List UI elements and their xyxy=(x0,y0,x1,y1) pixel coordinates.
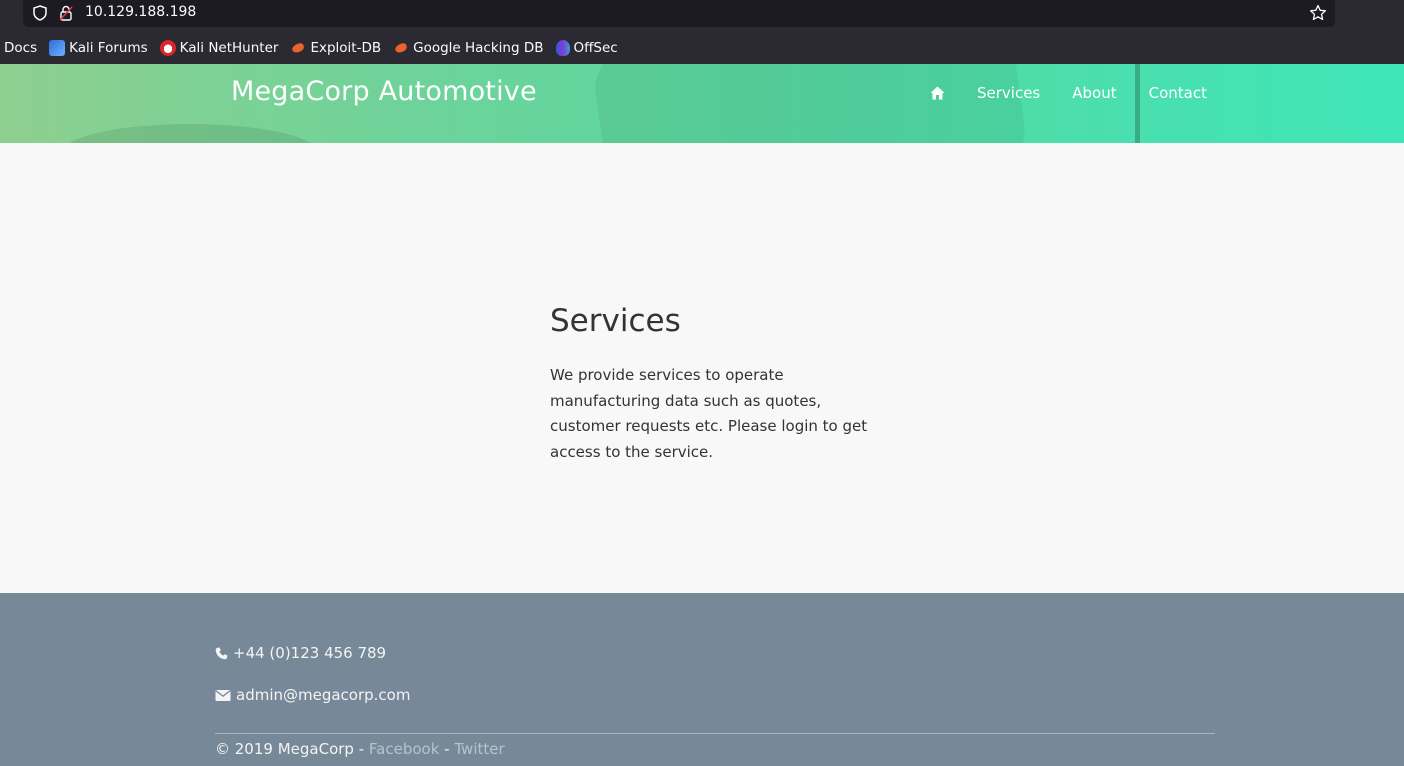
nav-link-services[interactable]: Services xyxy=(977,84,1040,102)
email-address: admin@megacorp.com xyxy=(236,686,411,704)
home-icon[interactable] xyxy=(930,86,945,100)
kali-nethunter-icon xyxy=(159,40,176,56)
shield-icon[interactable] xyxy=(33,5,47,21)
bookmark-exploit-db[interactable]: Exploit-DB xyxy=(290,40,381,56)
footer-divider xyxy=(215,733,1215,734)
header-background-decoration xyxy=(1135,64,1140,143)
phone-number: +44 (0)123 456 789 xyxy=(233,644,387,662)
header-background-decoration xyxy=(60,124,320,143)
copyright-text: © 2019 MegaCorp - xyxy=(215,740,365,758)
site-footer: +44 (0)123 456 789 admin@megacorp.com © … xyxy=(0,593,1404,766)
insecure-lock-icon[interactable] xyxy=(59,5,73,21)
header-background-decoration xyxy=(590,64,1030,143)
exploit-db-icon xyxy=(393,40,409,56)
site-header: MegaCorp Automotive Services About Conta… xyxy=(0,64,1404,143)
facebook-link[interactable]: Facebook xyxy=(369,740,439,758)
main-content: Services We provide services to operate … xyxy=(0,143,1404,593)
footer-copyright: © 2019 MegaCorp - Facebook - Twitter xyxy=(215,740,505,758)
bookmark-docs[interactable]: Docs xyxy=(4,40,37,56)
kali-forums-icon xyxy=(49,40,66,56)
link-separator: - xyxy=(444,740,450,758)
bookmark-kali-nethunter[interactable]: Kali NetHunter xyxy=(159,40,279,56)
bookmarks-bar: Docs Kali Forums Kali NetHunter Exploit-… xyxy=(0,36,630,60)
bookmark-google-hacking-db[interactable]: Google Hacking DB xyxy=(393,40,543,56)
offsec-icon xyxy=(555,40,570,56)
nav-link-about[interactable]: About xyxy=(1072,84,1116,102)
bookmark-label: Kali Forums xyxy=(69,40,148,56)
bookmark-kali-forums[interactable]: Kali Forums xyxy=(49,40,148,56)
bookmark-star-icon[interactable] xyxy=(1309,4,1327,22)
bookmark-label: Exploit-DB xyxy=(310,40,382,56)
footer-phone: +44 (0)123 456 789 xyxy=(215,644,386,662)
bookmark-label: OffSec xyxy=(573,40,618,56)
page-title: Services xyxy=(550,303,681,339)
phone-icon xyxy=(215,647,228,659)
services-description: We provide services to operate manufactu… xyxy=(550,366,868,461)
main-nav: Services About Contact xyxy=(930,84,1239,102)
twitter-link[interactable]: Twitter xyxy=(454,740,504,758)
bookmark-label: Docs xyxy=(4,40,38,56)
browser-toolbar: 10.129.188.198 Docs Kali Forums Kali Net… xyxy=(0,0,1404,64)
envelope-icon xyxy=(215,689,231,701)
exploit-db-icon xyxy=(290,40,306,56)
bookmark-label: Kali NetHunter xyxy=(179,40,279,56)
address-bar[interactable]: 10.129.188.198 xyxy=(23,0,1335,27)
footer-email: admin@megacorp.com xyxy=(215,686,410,704)
nav-link-contact[interactable]: Contact xyxy=(1149,84,1207,102)
bookmark-label: Google Hacking DB xyxy=(413,40,544,56)
url-text[interactable]: 10.129.188.198 xyxy=(85,4,196,20)
site-brand[interactable]: MegaCorp Automotive xyxy=(231,76,537,107)
bookmark-offsec[interactable]: OffSec xyxy=(555,40,618,56)
